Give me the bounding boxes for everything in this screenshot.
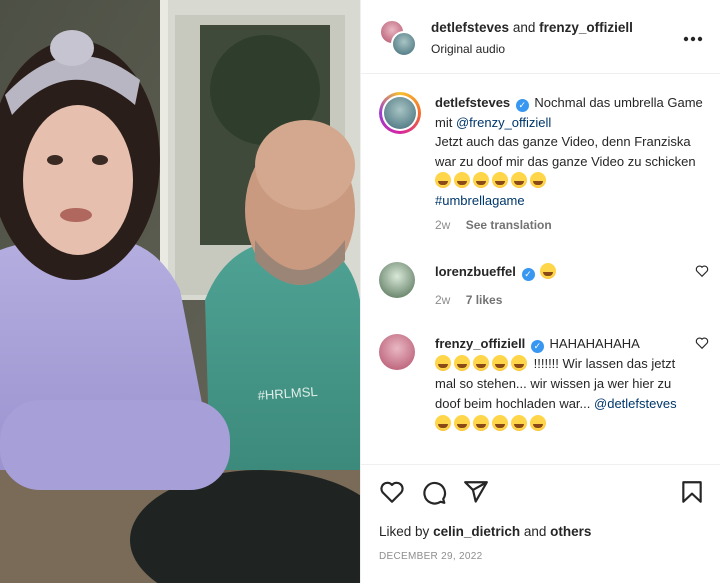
rofl-emoji-icons bbox=[435, 415, 549, 431]
header-and: and bbox=[512, 20, 536, 35]
comment-item: frenzy_offiziell ✓ HAHAHAHAHA !!!!!!! Wi… bbox=[379, 334, 709, 454]
comment-body: frenzy_offiziell ✓ HAHAHAHAHA !!!!!!! Wi… bbox=[435, 334, 685, 434]
verified-badge-icon: ✓ bbox=[515, 99, 529, 112]
original-audio-link[interactable]: Original audio bbox=[431, 42, 505, 56]
comment-icon[interactable] bbox=[421, 479, 447, 505]
comment-username[interactable]: frenzy_offiziell bbox=[435, 336, 525, 351]
verified-badge-icon: ✓ bbox=[521, 268, 535, 281]
share-icon[interactable] bbox=[463, 479, 489, 505]
comment-body: lorenzbueffel ✓ 2w 7 likes bbox=[435, 262, 685, 310]
comment-mention[interactable]: @detlefsteves bbox=[594, 396, 677, 411]
caption-hashtag[interactable]: #umbrellagame bbox=[435, 193, 525, 208]
see-translation-link[interactable]: See translation bbox=[466, 218, 552, 232]
comment-item: lorenzbueffel ✓ 2w 7 likes bbox=[379, 262, 709, 312]
comment-username[interactable]: lorenzbueffel bbox=[435, 264, 516, 279]
instagram-post: #HRLMSL detlefsteves and frenzy_offiziel… bbox=[0, 0, 720, 583]
bookmark-icon[interactable] bbox=[679, 479, 705, 505]
comment-avatar[interactable] bbox=[379, 334, 415, 370]
header-author[interactable]: detlefsteves bbox=[431, 20, 509, 35]
avatar-detlefsteves[interactable] bbox=[391, 31, 417, 57]
caption-meta: 2w See translation bbox=[435, 216, 705, 236]
comment-like-icon[interactable] bbox=[695, 264, 709, 278]
liked-by-others[interactable]: others bbox=[550, 524, 591, 539]
liked-by-and: and bbox=[523, 524, 547, 539]
comment-like-icon[interactable] bbox=[695, 336, 709, 350]
laughing-emoji-icon bbox=[540, 263, 557, 279]
comment-text-1: HAHAHAHAHA bbox=[549, 336, 640, 351]
caption-text: detlefsteves ✓ Nochmal das umbrella Game… bbox=[435, 93, 705, 236]
liked-by-prefix: Liked by bbox=[379, 524, 430, 539]
header-collaborator[interactable]: frenzy_offiziell bbox=[539, 20, 633, 35]
liked-by-user[interactable]: celin_dietrich bbox=[433, 524, 520, 539]
liked-by: Liked by celin_dietrich and others bbox=[379, 524, 591, 539]
caption-text-2: Jetzt auch das ganze Video, denn Franzis… bbox=[435, 134, 696, 169]
comment-avatar[interactable] bbox=[379, 262, 415, 298]
video-frame: #HRLMSL bbox=[0, 0, 360, 583]
post-video[interactable]: #HRLMSL bbox=[0, 0, 360, 583]
caption-time: 2w bbox=[435, 218, 451, 232]
verified-badge-icon: ✓ bbox=[530, 340, 544, 353]
caption-username[interactable]: detlefsteves bbox=[435, 95, 510, 110]
comment-likes[interactable]: 7 likes bbox=[466, 293, 503, 307]
comment-meta: 2w 7 likes bbox=[435, 290, 685, 310]
header-title: detlefsteves and frenzy_offiziell bbox=[431, 20, 633, 35]
laughing-emoji-icons bbox=[435, 172, 549, 188]
comment-time: 2w bbox=[435, 293, 451, 307]
post-header: detlefsteves and frenzy_offiziell Origin… bbox=[361, 0, 720, 74]
heart-icon[interactable] bbox=[379, 479, 405, 505]
caption-mention[interactable]: @frenzy_offiziell bbox=[456, 115, 551, 130]
more-options-icon[interactable] bbox=[683, 26, 703, 47]
post-details-panel: detlefsteves and frenzy_offiziell Origin… bbox=[360, 0, 720, 583]
caption-avatar[interactable] bbox=[379, 92, 421, 134]
post-date[interactable]: DECEMBER 29, 2022 bbox=[379, 551, 482, 562]
post-action-bar bbox=[361, 464, 720, 518]
collab-avatars[interactable] bbox=[379, 19, 417, 57]
laughing-emoji-icons bbox=[435, 355, 530, 371]
